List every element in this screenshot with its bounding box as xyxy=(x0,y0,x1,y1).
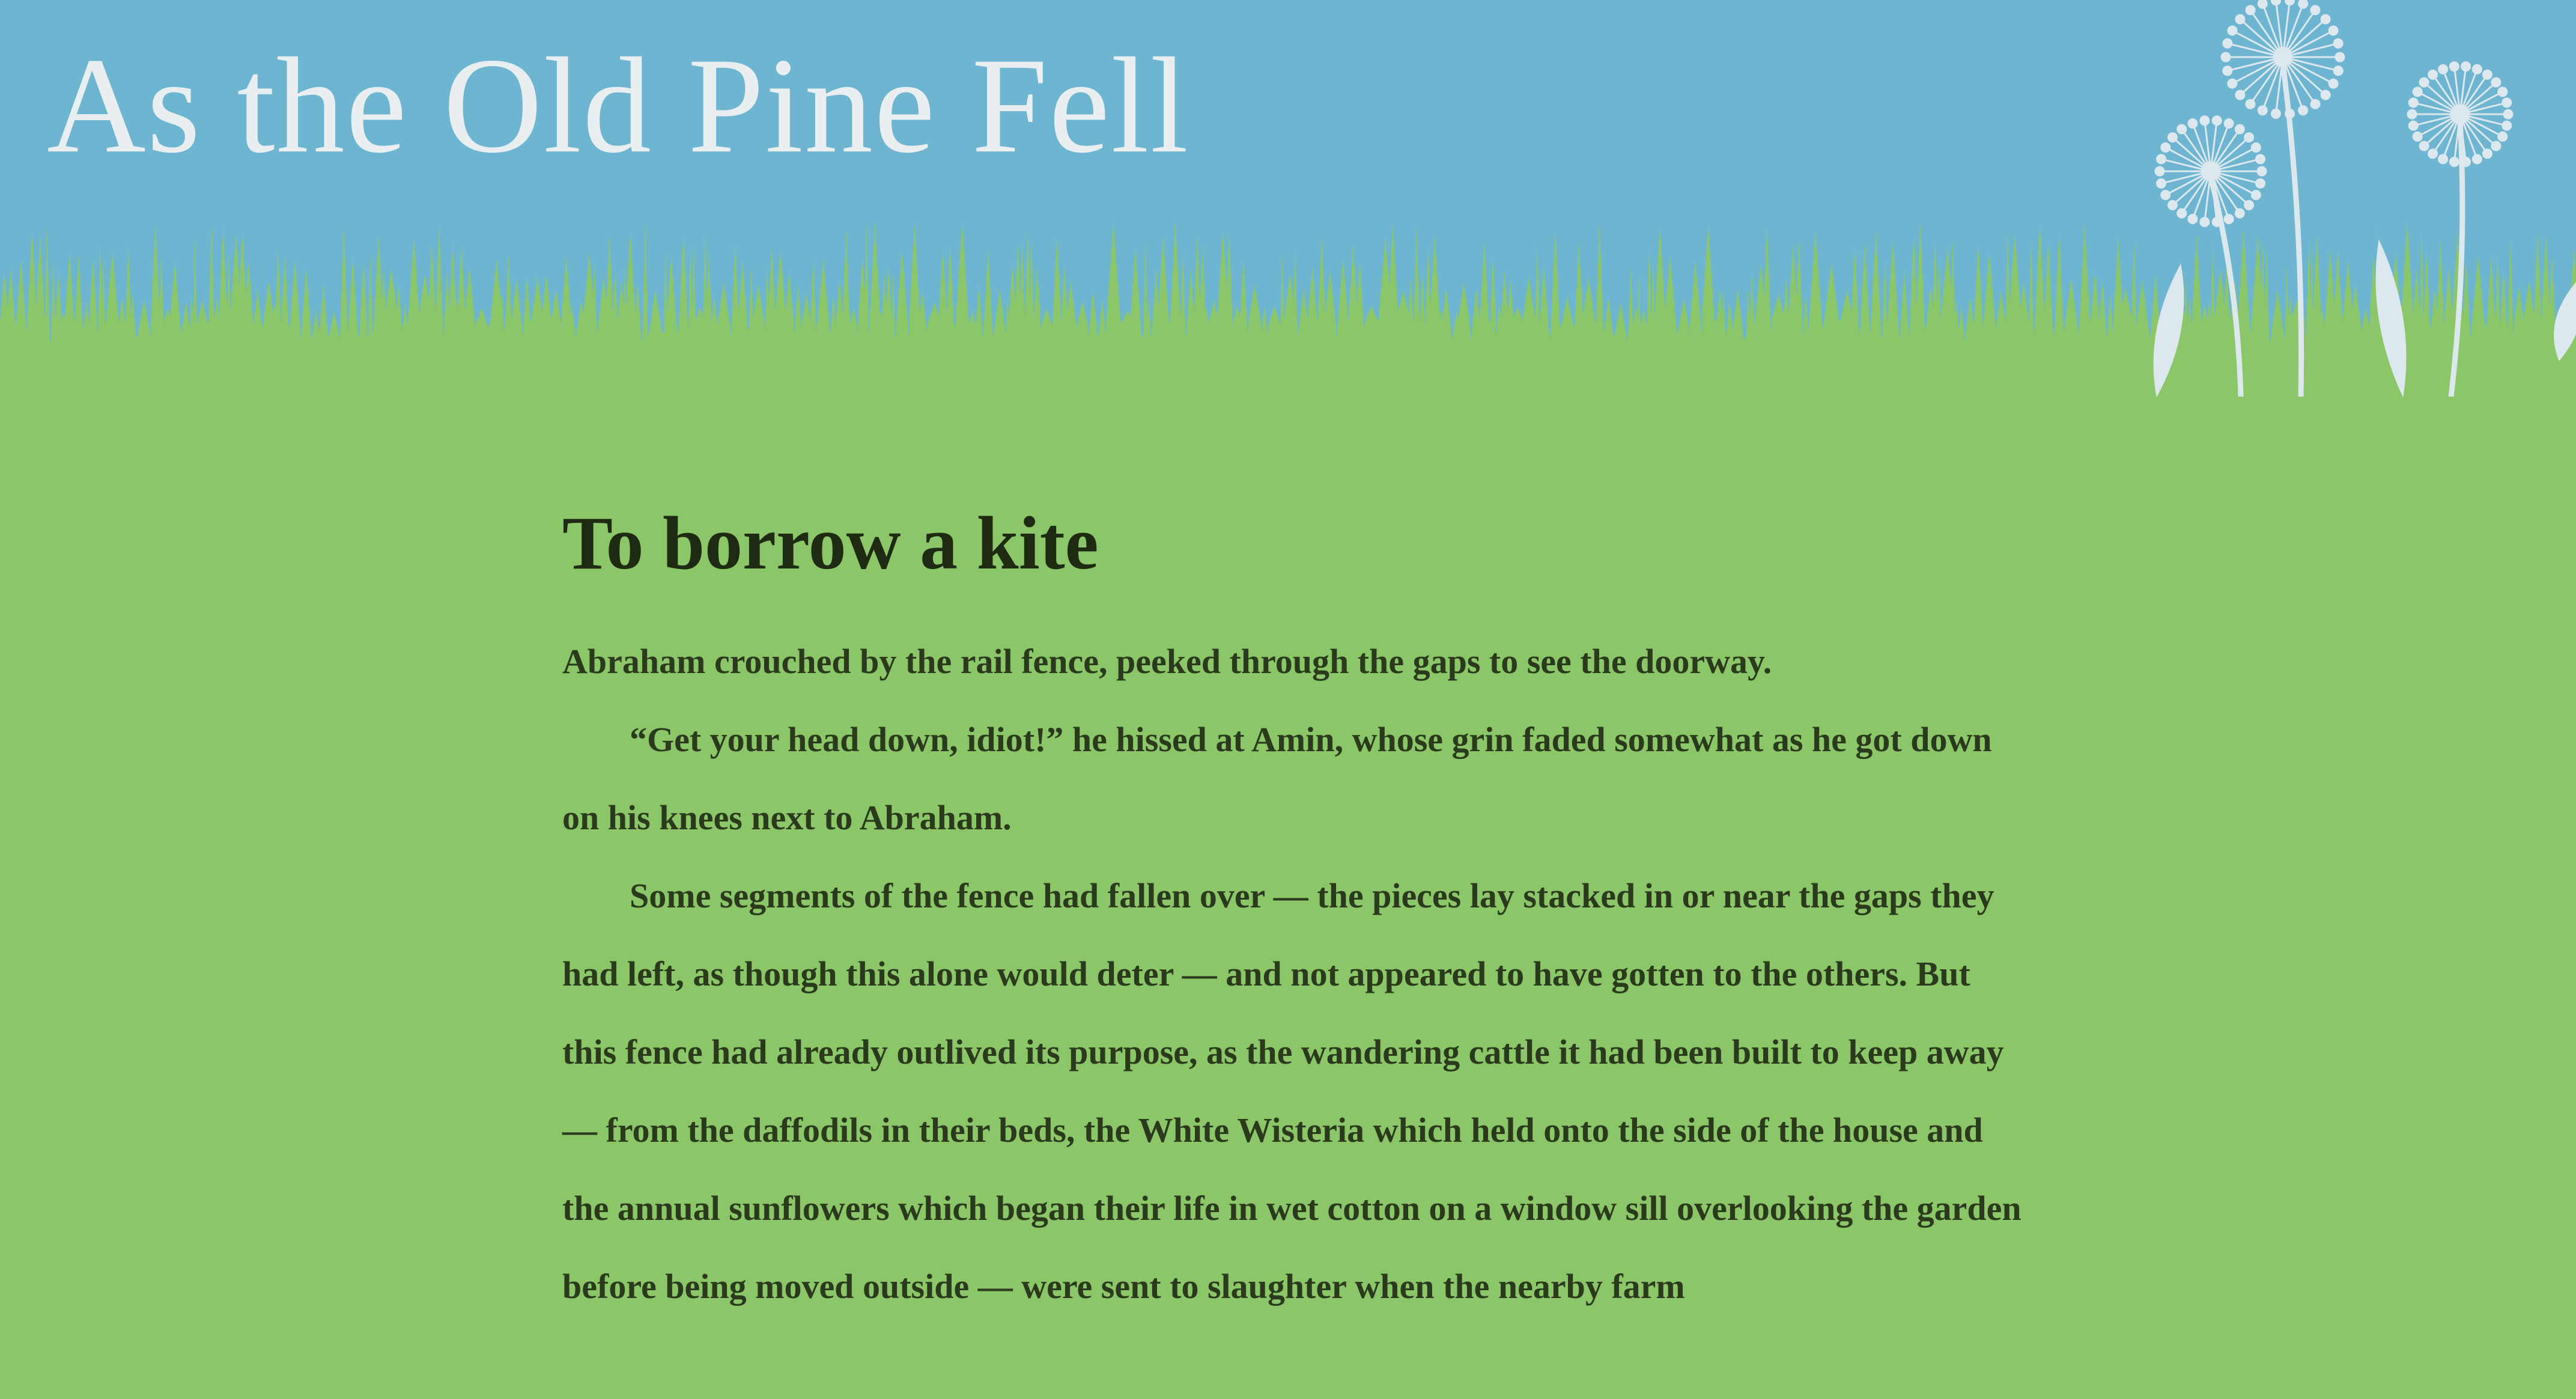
main-content: To borrow a kite Abraham crouched by the… xyxy=(0,421,2576,1399)
site-header: As the Old Pine Fell xyxy=(0,0,2576,421)
post-paragraph: Some segments of the fence had fallen ov… xyxy=(562,876,2022,1306)
blog-post: To borrow a kite Abraham crouched by the… xyxy=(562,421,2028,1326)
dandelion-icon xyxy=(2153,0,2576,397)
site-title[interactable]: As the Old Pine Fell xyxy=(47,24,1189,189)
post-paragraph: Abraham crouched by the rail fence, peek… xyxy=(562,642,1772,681)
post-title[interactable]: To borrow a kite xyxy=(562,499,2028,589)
post-paragraph: “Get your head down, idiot!” he hissed a… xyxy=(562,720,1992,837)
